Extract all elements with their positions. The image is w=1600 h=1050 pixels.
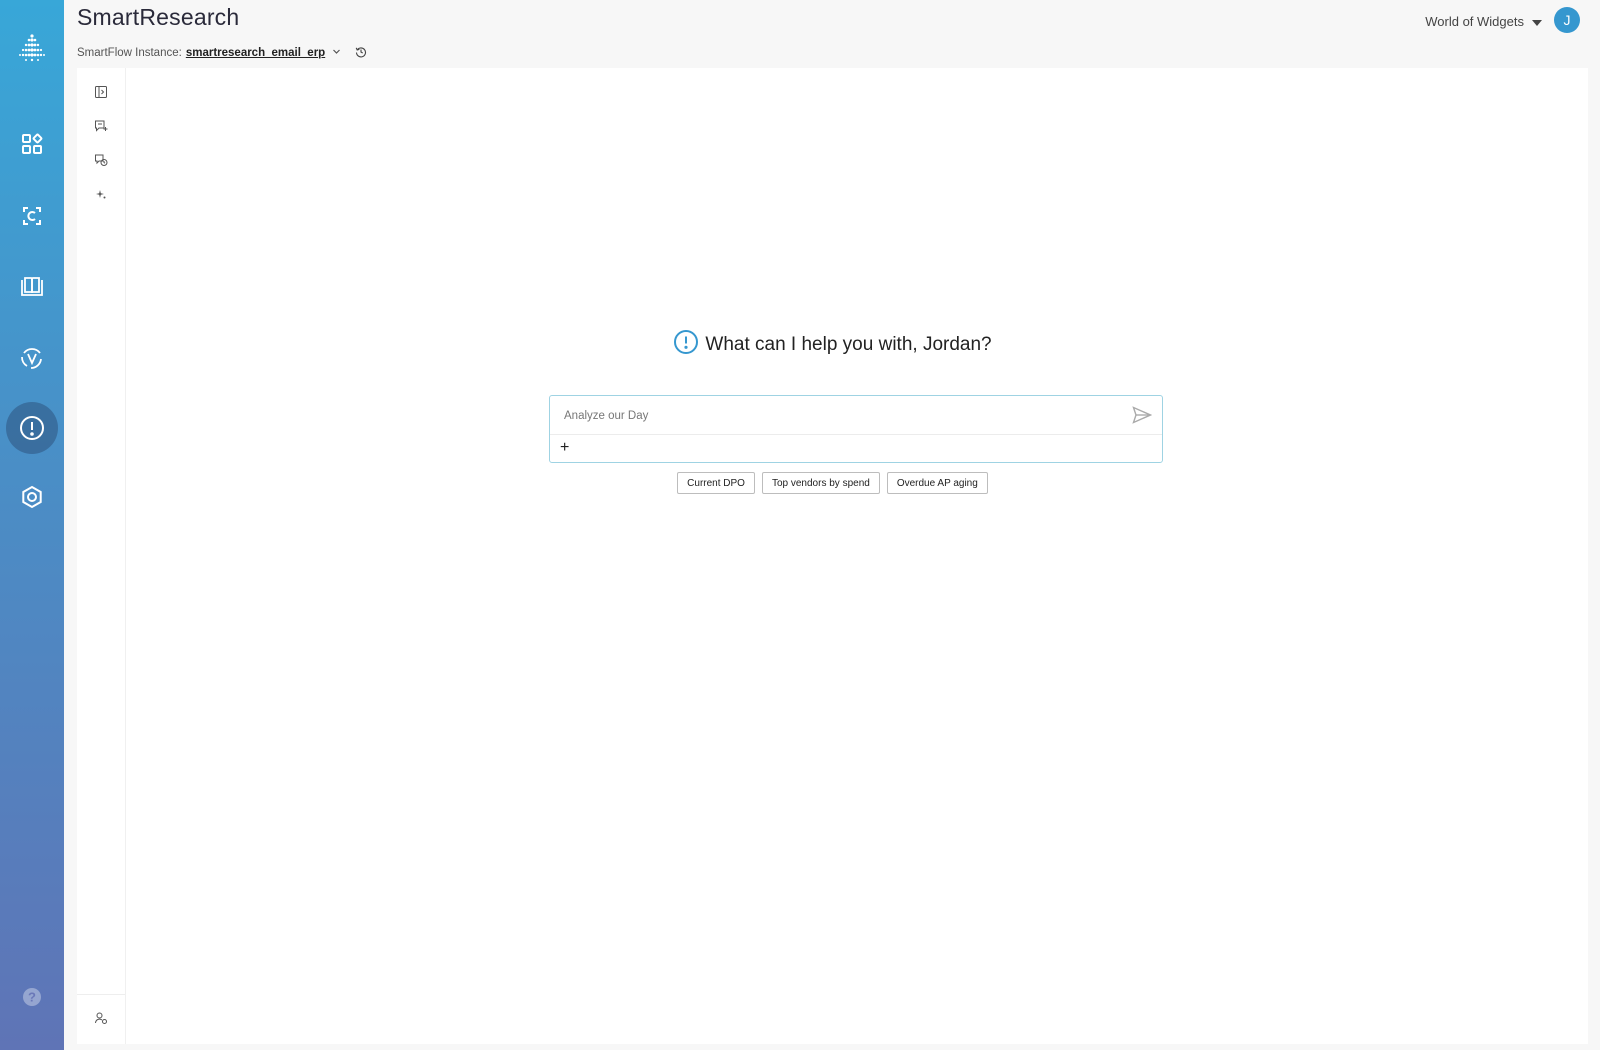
logo-icon[interactable]: [0, 26, 64, 74]
chat-composer: +: [549, 395, 1163, 463]
org-selector[interactable]: World of Widgets: [1425, 10, 1542, 32]
instance-name-link[interactable]: smartresearch_email_erp: [186, 47, 325, 59]
user-settings-icon[interactable]: [89, 1006, 113, 1030]
suggestion-chip[interactable]: Overdue AP aging: [886, 472, 988, 494]
instance-label: SmartFlow Instance:: [77, 47, 182, 59]
greeting-text: What can I help you with, Jordan?: [705, 334, 992, 355]
sidebar-toggle-icon[interactable]: [89, 80, 113, 104]
attach-button[interactable]: +: [560, 439, 576, 457]
main-panel: What can I help you with, Jordan? + Curr…: [77, 68, 1588, 1044]
greeting-heading: What can I help you with, Jordan?: [77, 330, 1588, 360]
alert-circle-icon: [673, 329, 699, 361]
suggestion-chip[interactable]: Top vendors by spend: [761, 472, 880, 494]
caret-down-icon: [1532, 14, 1542, 29]
chat-input[interactable]: [562, 405, 1126, 427]
alert-circle-icon[interactable]: [0, 404, 64, 452]
nav-rail: ?: [0, 0, 64, 1050]
instance-selector: SmartFlow Instance: smartresearch_email_…: [77, 45, 367, 61]
chat-history-icon[interactable]: [89, 148, 113, 172]
suggestion-list: Current DPO Top vendors by spend Overdue…: [77, 472, 1588, 494]
chevron-down-icon[interactable]: [332, 47, 341, 59]
send-icon[interactable]: [1131, 404, 1153, 426]
suggestion-chip[interactable]: Current DPO: [677, 472, 755, 494]
v-cycle-icon[interactable]: [0, 334, 64, 382]
gear-icon[interactable]: [0, 473, 64, 521]
divider: [77, 994, 125, 995]
page-title: SmartResearch: [77, 4, 240, 30]
tool-column: [77, 68, 126, 1044]
sparkle-icon[interactable]: [89, 182, 113, 206]
org-name: World of Widgets: [1425, 13, 1524, 29]
help-icon[interactable]: ?: [0, 982, 64, 1012]
svg-text:?: ?: [28, 990, 36, 1005]
divider: [550, 434, 1162, 435]
book-icon[interactable]: [0, 263, 64, 311]
dashboard-icon[interactable]: [0, 120, 64, 168]
c-document-icon[interactable]: [0, 192, 64, 240]
history-icon[interactable]: [355, 46, 367, 61]
avatar[interactable]: J: [1554, 7, 1580, 33]
new-chat-icon[interactable]: [89, 114, 113, 138]
